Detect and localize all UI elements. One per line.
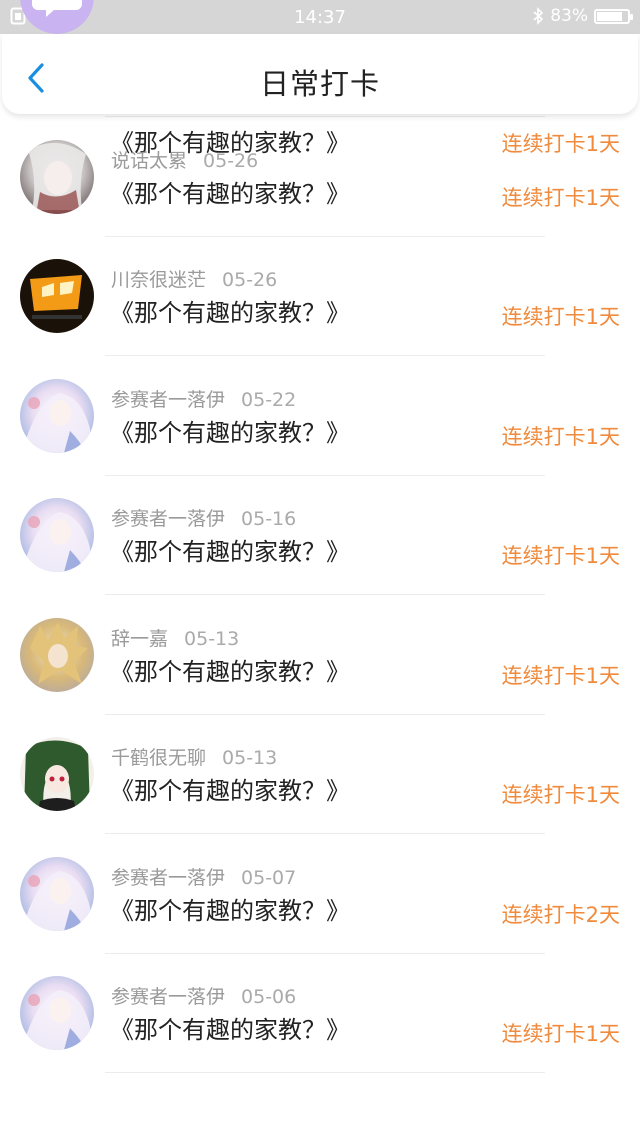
divider bbox=[105, 355, 545, 356]
user-name[interactable]: 参赛者一落伊 bbox=[111, 986, 225, 1008]
list-item[interactable]: 参赛者一落伊 05-06 《那个有趣的家教？》 连续打卡1天 bbox=[0, 954, 640, 1073]
list-item[interactable]: 川奈很迷茫 05-26 《那个有趣的家教？》 连续打卡1天 bbox=[0, 237, 640, 356]
streak-label: 连续打卡1天 bbox=[501, 783, 620, 807]
divider bbox=[105, 116, 545, 117]
user-name[interactable]: 参赛者一落伊 bbox=[111, 867, 225, 889]
entry-date: 05-13 bbox=[184, 628, 240, 650]
entry-meta: 说话太累 05-26 bbox=[111, 146, 258, 173]
divider bbox=[105, 833, 545, 834]
book-title[interactable]: 《那个有趣的家教？》 bbox=[110, 652, 350, 687]
entry-date: 05-06 bbox=[241, 986, 297, 1008]
book-title[interactable]: 《那个有趣的家教？》 bbox=[110, 532, 350, 567]
streak-label: 连续打卡2天 bbox=[501, 903, 620, 927]
list-item[interactable]: 辞一嘉 05-13 《那个有趣的家教？》 连续打卡1天 bbox=[0, 596, 640, 715]
streak-label: 连续打卡1天 bbox=[501, 544, 620, 568]
entry-meta: 千鹤很无聊 05-13 bbox=[111, 743, 277, 770]
book-title[interactable]: 《那个有趣的家教？》 bbox=[110, 1010, 350, 1045]
avatar[interactable] bbox=[20, 140, 94, 214]
avatar[interactable] bbox=[20, 976, 94, 1050]
entry-date: 05-07 bbox=[241, 867, 297, 889]
book-title[interactable]: 《那个有趣的家教？》 bbox=[110, 293, 350, 328]
streak-label: 连续打卡1天 bbox=[501, 1022, 620, 1046]
avatar[interactable] bbox=[20, 259, 94, 333]
entry-meta: 参赛者一落伊 05-06 bbox=[111, 982, 296, 1009]
avatar[interactable] bbox=[20, 379, 94, 453]
list-item[interactable]: 参赛者一落伊 05-22 《那个有趣的家教？》 连续打卡1天 bbox=[0, 357, 640, 476]
user-name[interactable]: 参赛者一落伊 bbox=[111, 389, 225, 411]
checkin-list: 《那个有趣的家教？》 连续打卡1天 说话太累 05-26 《那个有趣的家教？》 连续打卡1… bbox=[0, 0, 640, 1138]
book-title[interactable]: 《那个有趣的家教？》 bbox=[110, 174, 350, 209]
entry-date: 05-22 bbox=[241, 389, 297, 411]
entry-meta: 辞一嘉 05-13 bbox=[111, 624, 239, 651]
list-item[interactable]: 参赛者一落伊 05-16 《那个有趣的家教？》 连续打卡1天 bbox=[0, 476, 640, 595]
entry-meta: 参赛者一落伊 05-22 bbox=[111, 385, 296, 412]
entry-meta: 川奈很迷茫 05-26 bbox=[111, 265, 277, 292]
entry-date: 05-16 bbox=[241, 508, 297, 530]
divider bbox=[105, 594, 545, 595]
book-title[interactable]: 《那个有趣的家教？》 bbox=[110, 771, 350, 806]
user-name[interactable]: 说话太累 bbox=[111, 150, 187, 172]
book-title[interactable]: 《那个有趣的家教？》 bbox=[110, 891, 350, 926]
entry-date: 05-26 bbox=[203, 150, 259, 172]
chat-icon[interactable] bbox=[20, 0, 94, 34]
list-item[interactable]: 说话太累 05-26 《那个有趣的家教？》 连续打卡1天 bbox=[0, 118, 640, 237]
streak-label: 连续打卡1天 bbox=[501, 664, 620, 688]
avatar[interactable] bbox=[20, 618, 94, 692]
avatar[interactable] bbox=[20, 498, 94, 572]
nav-header: 日常打卡 bbox=[2, 34, 638, 114]
entry-date: 05-13 bbox=[222, 747, 278, 769]
user-name[interactable]: 辞一嘉 bbox=[111, 628, 168, 650]
user-name[interactable]: 千鹤很无聊 bbox=[111, 747, 206, 769]
streak-label: 连续打卡1天 bbox=[501, 425, 620, 449]
entry-date: 05-26 bbox=[222, 269, 278, 291]
entry-meta: 参赛者一落伊 05-07 bbox=[111, 863, 296, 890]
user-name[interactable]: 参赛者一落伊 bbox=[111, 508, 225, 530]
streak-label: 连续打卡1天 bbox=[501, 305, 620, 329]
list-item[interactable]: 参赛者一落伊 05-07 《那个有趣的家教？》 连续打卡2天 bbox=[0, 835, 640, 954]
list-item[interactable]: 千鹤很无聊 05-13 《那个有趣的家教？》 连续打卡1天 bbox=[0, 715, 640, 834]
entry-meta: 参赛者一落伊 05-16 bbox=[111, 504, 296, 531]
book-title[interactable]: 《那个有趣的家教？》 bbox=[110, 413, 350, 448]
divider bbox=[105, 1072, 545, 1073]
user-name[interactable]: 川奈很迷茫 bbox=[111, 269, 206, 291]
streak-label: 连续打卡1天 bbox=[501, 186, 620, 210]
avatar[interactable] bbox=[20, 737, 94, 811]
page-title: 日常打卡 bbox=[259, 67, 380, 101]
avatar[interactable] bbox=[20, 857, 94, 931]
